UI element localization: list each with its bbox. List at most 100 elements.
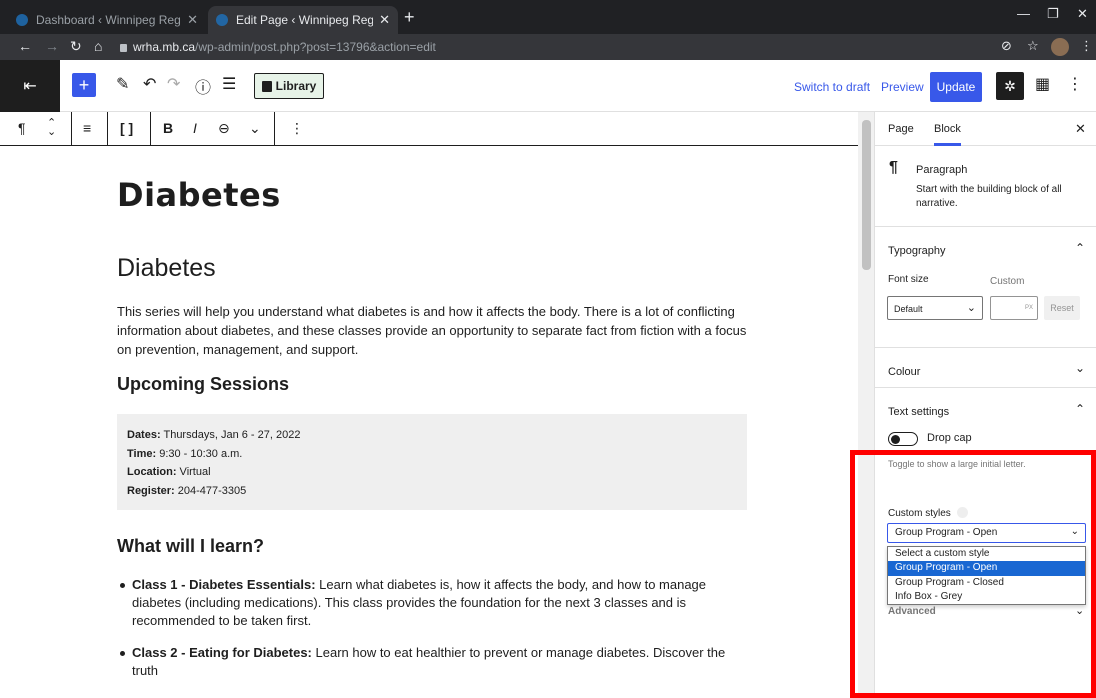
drop-cap-help: Toggle to show a large initial letter.: [888, 459, 1026, 469]
paragraph-icon: ¶: [889, 159, 898, 176]
update-button[interactable]: Update: [930, 72, 982, 102]
help-dot-icon: [957, 507, 968, 518]
editor-header: ⇤ + ✎ ↶ ↷ ⓘ ☰ Library Switch to draft Pr…: [0, 60, 1096, 112]
advanced-panel-title[interactable]: Advanced: [888, 606, 936, 617]
info-box[interactable]: Dates: Thursdays, Jan 6 - 27, 2022 Time:…: [117, 414, 747, 510]
list-item: Class 2 - Eating for Diabetes: Learn how…: [117, 644, 747, 680]
italic-icon[interactable]: I: [193, 120, 197, 136]
forward-icon[interactable]: →: [45, 38, 59, 54]
more-formatting-icon[interactable]: ⌄: [249, 120, 261, 137]
class-list[interactable]: Class 1 - Diabetes Essentials: Learn wha…: [117, 576, 747, 694]
avatar[interactable]: [1051, 38, 1069, 56]
chevron-down-icon[interactable]: ⌄: [1075, 361, 1085, 375]
block-description: Start with the building block of all nar…: [916, 184, 1062, 209]
tracking-icon[interactable]: ⊘: [1001, 38, 1012, 54]
page-title[interactable]: Diabetes: [117, 176, 281, 214]
reset-button[interactable]: Reset: [1044, 296, 1080, 320]
typography-title[interactable]: Typography: [888, 245, 945, 257]
back-icon[interactable]: ←: [18, 38, 32, 54]
close-tab-icon[interactable]: ✕: [379, 12, 390, 28]
restore-icon[interactable]: ❐: [1047, 6, 1059, 22]
chevron-down-icon[interactable]: ⌄: [1075, 604, 1084, 617]
custom-styles-select[interactable]: Group Program - Open ⌄: [887, 523, 1086, 543]
chevron-up-icon[interactable]: ⌃: [1075, 402, 1085, 416]
move-up-down-icon[interactable]: ⌃ ⌄: [47, 118, 56, 138]
text-settings-title[interactable]: Text settings: [888, 406, 949, 418]
drop-cap-toggle[interactable]: [888, 432, 918, 446]
exit-editor-icon[interactable]: ⇤: [0, 60, 60, 112]
close-tab-icon[interactable]: ✕: [187, 12, 198, 28]
new-tab-button[interactable]: +: [404, 7, 415, 28]
settings-gear-icon[interactable]: ✲: [996, 72, 1024, 100]
add-block-button[interactable]: +: [72, 73, 96, 97]
chevron-down-icon: ⌄: [1070, 526, 1079, 537]
library-button[interactable]: Library: [254, 73, 324, 99]
library-label: Library: [275, 79, 317, 93]
reload-icon[interactable]: ↻: [70, 38, 82, 55]
tools-pen-icon[interactable]: ✎: [116, 74, 129, 94]
url-field[interactable]: wrha.mb.ca/wp-admin/post.php?post=13796&…: [120, 37, 1020, 57]
font-size-label: Font size: [888, 274, 929, 285]
bold-icon[interactable]: B: [163, 120, 173, 136]
browser-tab-bar: Dashboard ‹ Winnipeg Regional He ✕ Edit …: [0, 0, 1096, 34]
address-bar-row: ← → ↻ ⌂ wrha.mb.ca/wp-admin/post.php?pos…: [0, 34, 1096, 60]
font-size-select[interactable]: Default ⌄: [887, 296, 983, 320]
option-select-custom-style[interactable]: Select a custom style: [888, 547, 1085, 561]
block-name: Paragraph: [916, 164, 968, 176]
option-group-program-closed[interactable]: Group Program - Closed: [888, 576, 1085, 590]
url-domain: wrha.mb.ca: [133, 40, 196, 54]
tab-block[interactable]: Block: [934, 123, 961, 146]
close-sidebar-icon[interactable]: ✕: [1075, 121, 1086, 137]
editor-canvas: Diabetes Diabetes This series will help …: [0, 146, 858, 698]
scrollbar-thumb[interactable]: [862, 120, 871, 270]
custom-styles-label: Custom styles: [888, 508, 951, 519]
info-register: Register: 204-477-3305: [127, 484, 247, 497]
wordpress-favicon-icon: [216, 14, 228, 26]
info-dates: Dates: Thursdays, Jan 6 - 27, 2022: [127, 429, 301, 441]
undo-icon[interactable]: ↶: [143, 74, 156, 94]
tab-dashboard[interactable]: Dashboard ‹ Winnipeg Regional He ✕: [8, 6, 206, 34]
chevron-down-icon: ⌄: [966, 302, 976, 314]
tab-page[interactable]: Page: [888, 123, 914, 135]
heading-diabetes[interactable]: Diabetes: [117, 254, 216, 283]
browser-menu-icon[interactable]: ⋮: [1080, 38, 1093, 54]
plugin-block-icon[interactable]: ▦: [1035, 74, 1050, 94]
intro-paragraph[interactable]: This series will help you understand wha…: [117, 302, 747, 359]
switch-to-draft-button[interactable]: Switch to draft: [794, 80, 870, 94]
custom-styles-dropdown: Select a custom style Group Program - Op…: [887, 546, 1086, 605]
paragraph-block-icon[interactable]: ¶: [18, 120, 26, 136]
colour-title[interactable]: Colour: [888, 366, 920, 378]
sidebar-tabs: Page Block ✕: [875, 112, 1096, 146]
info-location: Location: Virtual: [127, 466, 211, 478]
drop-cap-label: Drop cap: [927, 432, 972, 444]
block-options-icon[interactable]: ⋮: [290, 120, 304, 137]
preview-button[interactable]: Preview: [881, 80, 924, 94]
list-view-icon[interactable]: ☰: [222, 74, 236, 94]
colour-panel[interactable]: Colour ⌄: [875, 349, 1096, 388]
custom-style-icon[interactable]: [ ]: [120, 120, 133, 136]
custom-size-input[interactable]: PX: [990, 296, 1038, 320]
wordpress-favicon-icon: [16, 14, 28, 26]
bookmark-star-icon[interactable]: ☆: [1027, 38, 1039, 54]
list-item: Class 1 - Diabetes Essentials: Learn wha…: [117, 576, 747, 630]
details-info-icon[interactable]: ⓘ: [195, 74, 211, 98]
typography-panel: Typography ⌃ Font size Custom Default ⌄ …: [875, 228, 1096, 348]
chevron-up-icon[interactable]: ⌃: [1075, 241, 1085, 255]
close-window-icon[interactable]: ✕: [1077, 6, 1088, 22]
custom-size-label: Custom: [990, 276, 1025, 287]
home-icon[interactable]: ⌂: [94, 38, 102, 54]
heading-what-will-i-learn[interactable]: What will I learn?: [117, 536, 264, 557]
link-icon[interactable]: ⊖: [218, 120, 230, 137]
align-icon[interactable]: ≡: [83, 120, 91, 136]
options-menu-icon[interactable]: ⋮: [1067, 74, 1083, 94]
block-toolbar: ¶ ⌃ ⌄ ≡ [ ] B I ⊖ ⌄ ⋮: [0, 112, 858, 146]
lock-icon: [120, 44, 127, 52]
tab-edit-page[interactable]: Edit Page ‹ Winnipeg Regional He ✕: [208, 6, 398, 34]
option-info-box-grey[interactable]: Info Box - Grey: [888, 590, 1085, 604]
option-group-program-open[interactable]: Group Program - Open: [888, 561, 1085, 576]
minimize-icon[interactable]: —: [1017, 6, 1030, 21]
redo-icon[interactable]: ↷: [167, 74, 180, 94]
settings-sidebar: Page Block ✕ ¶ Paragraph Start with the …: [874, 112, 1096, 698]
tab-title: Dashboard ‹ Winnipeg Regional He: [36, 13, 182, 27]
heading-upcoming-sessions[interactable]: Upcoming Sessions: [117, 374, 289, 395]
